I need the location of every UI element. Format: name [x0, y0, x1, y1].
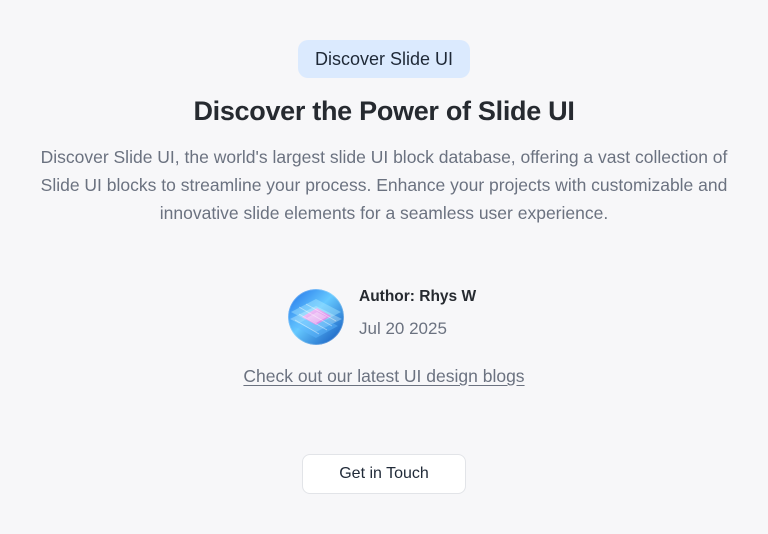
hero-section: Discover Slide UI Discover the Power of …	[0, 0, 768, 534]
author-details: Author: Rhys W Jul 20 2025	[359, 288, 476, 340]
hero-description: Discover Slide UI, the world's largest s…	[40, 147, 728, 223]
abstract-glass-layers-avatar-icon	[288, 289, 344, 345]
discover-badge: Discover Slide UI	[298, 40, 470, 78]
author-card: Author: Rhys W Jul 20 2025	[288, 288, 476, 345]
latest-blogs-link[interactable]: Check out our latest UI design blogs	[0, 366, 768, 387]
author-avatar	[288, 289, 344, 345]
page-title: Discover the Power of Slide UI	[193, 96, 575, 126]
publish-date: Jul 20 2025	[359, 319, 447, 338]
author-name: Author: Rhys W	[359, 288, 477, 305]
get-in-touch-button[interactable]: Get in Touch	[302, 454, 466, 494]
